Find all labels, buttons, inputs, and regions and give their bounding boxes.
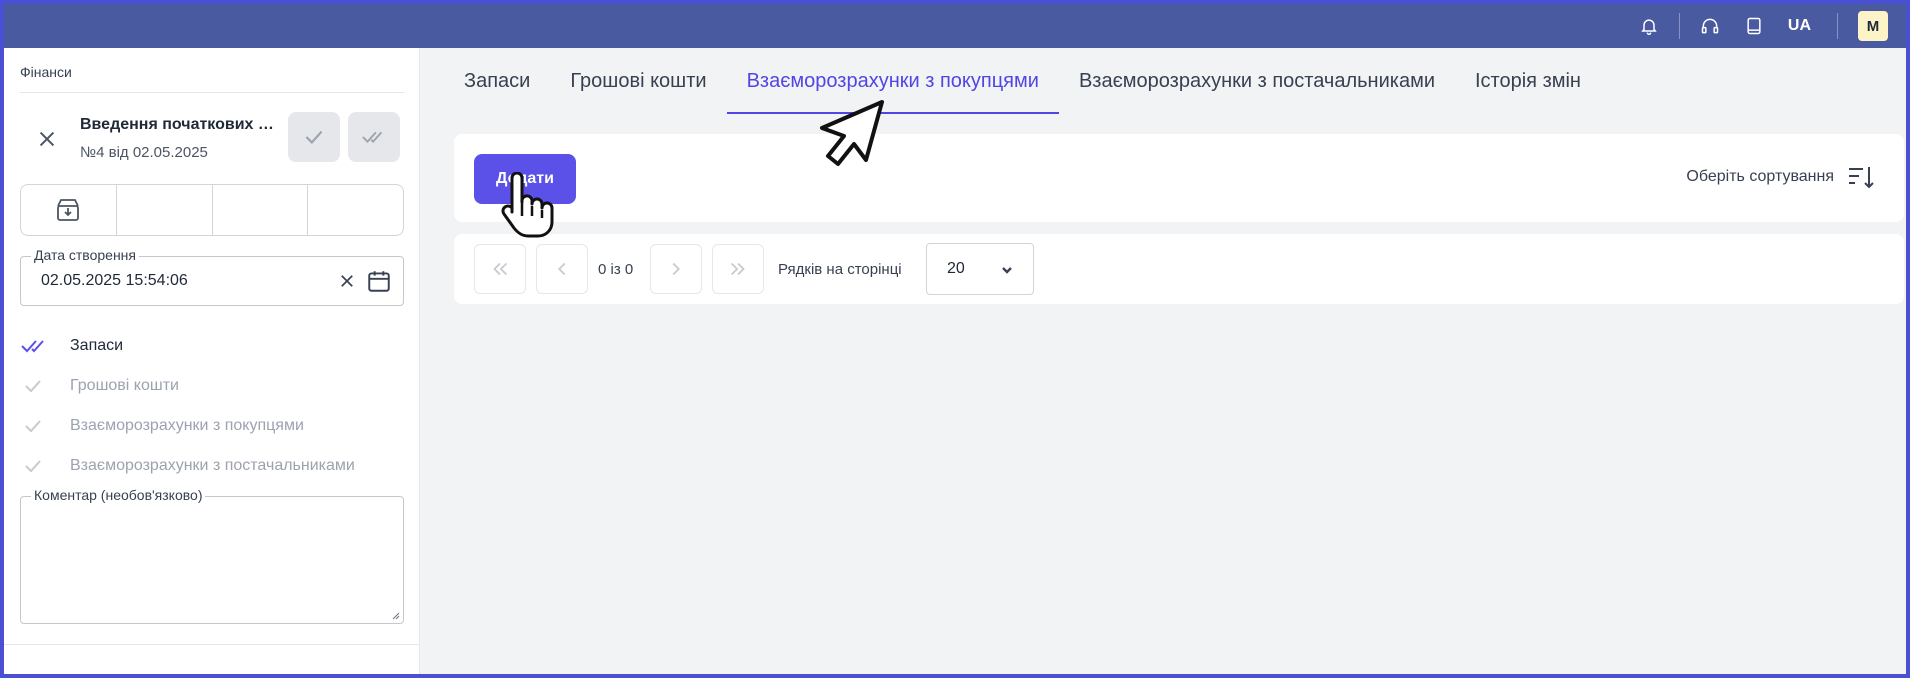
resize-grip-icon[interactable] xyxy=(390,610,400,620)
step-list: Запаси Грошові кошти Взаєморозрахунки з … xyxy=(20,326,404,486)
next-page-button[interactable] xyxy=(650,244,702,294)
sort-icon[interactable] xyxy=(1846,162,1876,192)
last-page-button[interactable] xyxy=(712,244,764,294)
archive-download-button[interactable] xyxy=(21,185,117,235)
approve-button[interactable] xyxy=(288,112,340,162)
previous-page-button[interactable] xyxy=(536,244,588,294)
step-label: Грошові кошти xyxy=(70,377,179,394)
step-label: Запаси xyxy=(70,337,124,354)
step-item[interactable]: Взаєморозрахунки з покупцями xyxy=(20,406,404,446)
created-date-value[interactable]: 02.05.2025 15:54:06 xyxy=(41,272,188,290)
toolbar-slot-4[interactable] xyxy=(308,185,403,235)
comment-textarea[interactable] xyxy=(21,497,403,623)
add-button[interactable]: Додати xyxy=(474,154,576,204)
app-window: UA M Фінанси Введення початкових з... №4… xyxy=(4,4,1906,674)
clear-icon[interactable] xyxy=(335,269,359,293)
sidebar: Фінанси Введення початкових з... №4 від … xyxy=(4,48,420,674)
headset-icon[interactable] xyxy=(1688,4,1732,48)
step-label: Взаєморозрахунки з постачальниками xyxy=(70,457,355,474)
comment-field[interactable]: Коментар (необов'язково) xyxy=(20,487,404,624)
step-item[interactable]: Запаси xyxy=(20,326,404,366)
tab-inventory[interactable]: Запаси xyxy=(444,48,550,114)
tab-supplier-settlements[interactable]: Взаєморозрахунки з постачальниками xyxy=(1059,48,1455,114)
document-subtitle: №4 від 02.05.2025 xyxy=(80,144,208,161)
check-icon xyxy=(20,415,60,437)
first-page-button[interactable] xyxy=(474,244,526,294)
divider xyxy=(4,644,420,645)
double-check-icon xyxy=(20,335,60,357)
created-date-field[interactable]: Дата створення 02.05.2025 15:54:06 xyxy=(20,247,404,306)
check-icon xyxy=(20,375,60,397)
pagination-bar: 0 із 0 Рядків на сторінці 20 xyxy=(454,234,1904,304)
top-bar: UA M xyxy=(4,4,1906,48)
sort-label[interactable]: Оберіть сортування xyxy=(1686,168,1834,186)
document-title: Введення початкових з... xyxy=(80,116,276,133)
toolbar-slot-3[interactable] xyxy=(213,185,309,235)
check-icon xyxy=(20,455,60,477)
check-icon xyxy=(305,130,323,144)
language-switch[interactable]: UA xyxy=(1776,17,1829,35)
rows-per-page-label: Рядків на сторінці xyxy=(778,261,902,278)
list-toolbar: Додати Оберіть сортування xyxy=(454,134,1904,222)
chevron-down-icon xyxy=(999,262,1015,278)
bell-icon[interactable] xyxy=(1627,4,1671,48)
calendar-icon[interactable] xyxy=(365,267,393,295)
step-item[interactable]: Грошові кошти xyxy=(20,366,404,406)
book-icon[interactable] xyxy=(1732,4,1776,48)
approve-all-button[interactable] xyxy=(348,112,400,162)
close-icon[interactable] xyxy=(32,124,62,154)
double-chevron-right-icon xyxy=(730,262,745,276)
avatar[interactable]: M xyxy=(1858,11,1888,41)
sidebar-section-title: Фінанси xyxy=(20,64,72,80)
topbar-divider xyxy=(1678,13,1680,39)
tab-change-history[interactable]: Історія змін xyxy=(1455,48,1601,114)
rows-per-page-value: 20 xyxy=(947,260,965,277)
chevron-left-icon xyxy=(557,262,566,276)
step-label: Взаєморозрахунки з покупцями xyxy=(70,417,304,434)
step-item[interactable]: Взаєморозрахунки з постачальниками xyxy=(20,446,404,486)
rows-per-page-select[interactable]: 20 xyxy=(926,243,1034,295)
tab-customer-settlements[interactable]: Взаєморозрахунки з покупцями xyxy=(726,48,1060,114)
page-count: 0 із 0 xyxy=(598,261,634,278)
inbox-download-icon xyxy=(57,199,80,221)
topbar-divider xyxy=(1837,13,1838,39)
created-date-label: Дата створення xyxy=(31,247,139,263)
double-check-icon xyxy=(362,131,383,143)
double-chevron-left-icon xyxy=(493,262,508,276)
tab-cash[interactable]: Грошові кошти xyxy=(550,48,726,114)
tab-bar: Запаси Грошові кошти Взаєморозрахунки з … xyxy=(444,48,1601,114)
document-toolbar xyxy=(20,184,404,236)
divider xyxy=(20,92,404,93)
chevron-right-icon xyxy=(672,262,681,276)
toolbar-slot-2[interactable] xyxy=(117,185,213,235)
